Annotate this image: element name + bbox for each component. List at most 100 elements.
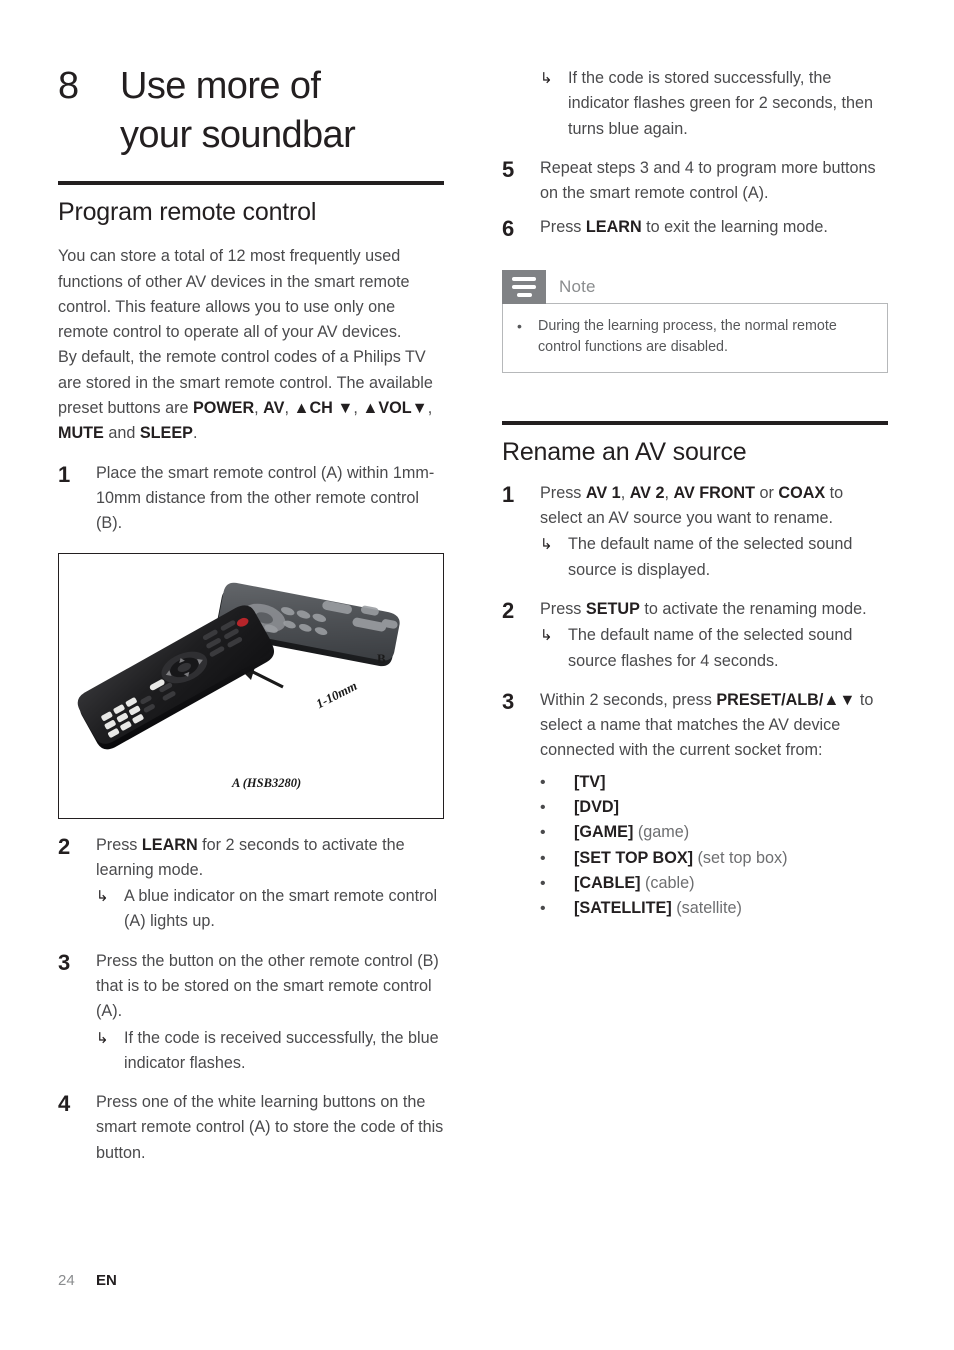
chapter-title: Use more of your soundbar: [120, 62, 356, 159]
chapter-number: 8: [58, 65, 79, 107]
section-title-rename-av: Rename an AV source: [502, 437, 747, 466]
intro-paragraphs: You can store a total of 12 most frequen…: [58, 244, 444, 446]
rename-step-2-result-1-text: The default name of the selected sound s…: [568, 626, 853, 670]
preset-sep-3: ,: [353, 399, 363, 418]
program-remote-steps-right: 5 Repeat steps 3 and 4 to program more b…: [502, 156, 888, 242]
step-3-body: Press the button on the other remote con…: [96, 949, 444, 1076]
rename-step-2-pre: Press: [540, 599, 586, 618]
step-6: 6 Press LEARN to exit the learning mode.: [502, 215, 888, 241]
list-item: • [SET TOP BOX] (set top box): [540, 846, 888, 871]
step-6-text-pre: Press: [540, 218, 586, 237]
step-5-text: Repeat steps 3 and 4 to program more but…: [540, 158, 876, 203]
button-preset-alb: PRESET/ALB/▲▼: [716, 690, 856, 709]
preset-mute: MUTE: [58, 424, 104, 443]
step-3: 3 Press the button on the other remote c…: [58, 949, 444, 1076]
source-name-tv-label: [TV]: [574, 772, 606, 791]
step-2-text-pre: Press: [96, 835, 142, 854]
result-arrow-icon: ↳: [96, 1029, 109, 1047]
document-page: 8 Use more of your soundbar Program remo…: [0, 0, 954, 1350]
source-name-game-note: (game): [633, 823, 690, 842]
note-icon-bar-3: [516, 292, 532, 298]
button-av-1: AV 1: [585, 483, 621, 502]
rename-step-1-body: Press AV 1, AV 2, AV FRONT or COAX to se…: [540, 481, 888, 583]
rename-step-3-number: 3: [502, 688, 515, 714]
preset-end: .: [192, 424, 198, 443]
rename-step-2-body: Press SETUP to activate the renaming mod…: [540, 597, 888, 674]
step-2-result-1: ↳ A blue indicator on the smart remote c…: [96, 884, 444, 935]
source-name-satellite-label: [SATELLITE]: [574, 899, 672, 918]
figure-remote-controls: A (HSB3280) B 1-10mm: [58, 552, 444, 819]
preset-sleep: SLEEP: [139, 424, 193, 443]
list-item: • [SATELLITE] (satellite): [540, 896, 888, 921]
rename-step-1: 1 Press AV 1, AV 2, AV FRONT or COAX to …: [502, 481, 888, 583]
preset-power: POWER: [192, 399, 255, 418]
bullet-icon: •: [540, 849, 546, 867]
bullet-icon: •: [540, 799, 546, 817]
preset-ch: ▲CH ▼: [293, 399, 354, 418]
footer-language: EN: [96, 1272, 117, 1289]
source-name-cable: [CABLE] (cable): [574, 871, 888, 896]
source-name-set-top-box-label: [SET TOP BOX]: [574, 848, 694, 867]
preset-sep-4: ,: [427, 399, 433, 418]
list-item: • [CABLE] (cable): [540, 871, 888, 896]
step-1: 1 Place the smart remote control (A) wit…: [58, 461, 444, 537]
figure-caption-a: A (HSB3280): [232, 775, 302, 790]
step-5: 5 Repeat steps 3 and 4 to program more b…: [502, 156, 888, 207]
preset-sep-1: ,: [254, 399, 264, 418]
result-arrow-icon: ↳: [540, 70, 553, 87]
intro-paragraph-1: You can store a total of 12 most frequen…: [58, 247, 410, 342]
intro-paragraph-2: By default, the remote control codes of …: [58, 345, 444, 446]
note-item-1: • During the learning process, the norma…: [517, 316, 873, 359]
step-6-text-post: to exit the learning mode.: [641, 218, 828, 237]
source-name-tv: [TV]: [574, 770, 888, 795]
result-arrow-icon: ↳: [540, 536, 553, 554]
step-4-result-1-text: If the code is stored successfully, the …: [568, 69, 874, 138]
step-2: 2 Press LEARN for 2 seconds to activate …: [58, 833, 444, 935]
step-3-result-1: ↳ If the code is received successfully, …: [96, 1026, 444, 1077]
left-column: 8 Use more of your soundbar Program remo…: [58, 0, 444, 1166]
button-coax: COAX: [778, 483, 826, 502]
button-av-front: AV FRONT: [673, 483, 756, 502]
source-name-game: [GAME] (game): [574, 820, 888, 845]
step-2-bold-learn: LEARN: [141, 835, 198, 854]
step-6-number: 6: [502, 216, 515, 242]
rename-step-1-result-1-text: The default name of the selected sound s…: [568, 535, 853, 579]
remote-control-a: [77, 604, 274, 749]
step-2-result-1-text: A blue indicator on the smart remote con…: [124, 887, 438, 931]
rename-steps: 1 Press AV 1, AV 2, AV FRONT or COAX to …: [502, 481, 888, 922]
program-remote-steps-continued: 2 Press LEARN for 2 seconds to activate …: [58, 833, 444, 1167]
button-av-2: AV 2: [629, 483, 665, 502]
note-box: Note • During the learning process, the …: [502, 269, 888, 373]
rename-step-3: 3 Within 2 seconds, press PRESET/ALB/▲▼ …: [502, 688, 888, 922]
note-icon-bar-2: [512, 284, 536, 290]
rename-step-3-pre: Within 2 seconds, press: [540, 690, 717, 709]
step-3-result-1-text: If the code is received successfully, th…: [124, 1028, 439, 1072]
footer-page-number: 24: [58, 1272, 75, 1289]
step-3-text: Press the button on the other remote con…: [96, 951, 439, 1021]
list-item: • [GAME] (game): [540, 820, 888, 845]
chapter-title-line-2: your soundbar: [120, 113, 356, 156]
note-icon-bar-1: [512, 276, 536, 282]
step-5-number: 5: [502, 156, 515, 182]
step-4: 4 Press one of the white learning button…: [58, 1090, 444, 1166]
figure-caption-b: B: [377, 650, 386, 666]
step-6-body: Press LEARN to exit the learning mode.: [540, 215, 888, 241]
section-title-program-remote: Program remote control: [58, 198, 317, 227]
note-body: • During the learning process, the norma…: [502, 302, 888, 373]
bullet-icon: •: [540, 824, 546, 842]
chapter-heading: 8 Use more of your soundbar: [58, 62, 444, 159]
rename-sep-1: ,: [620, 483, 630, 502]
step-4-result-1: ↳ If the code is stored successfully, th…: [540, 66, 888, 142]
result-arrow-icon: ↳: [96, 888, 109, 906]
rename-step-2-post: to activate the renaming mode.: [639, 599, 867, 618]
rename-section: Rename an AV source 1 Press AV 1, AV 2, …: [502, 420, 888, 922]
rename-sep-3: or: [755, 483, 779, 502]
source-name-game-label: [GAME]: [574, 823, 634, 842]
rename-step-2-result-1: ↳ The default name of the selected sound…: [540, 623, 888, 674]
result-arrow-icon: ↳: [540, 627, 553, 645]
chapter-title-line-1: Use more of: [120, 65, 321, 107]
rename-step-2: 2 Press SETUP to activate the renaming m…: [502, 597, 888, 674]
note-lines-icon: [502, 269, 546, 304]
preset-and: and: [103, 424, 140, 443]
source-name-set-top-box: [SET TOP BOX] (set top box): [574, 846, 888, 871]
